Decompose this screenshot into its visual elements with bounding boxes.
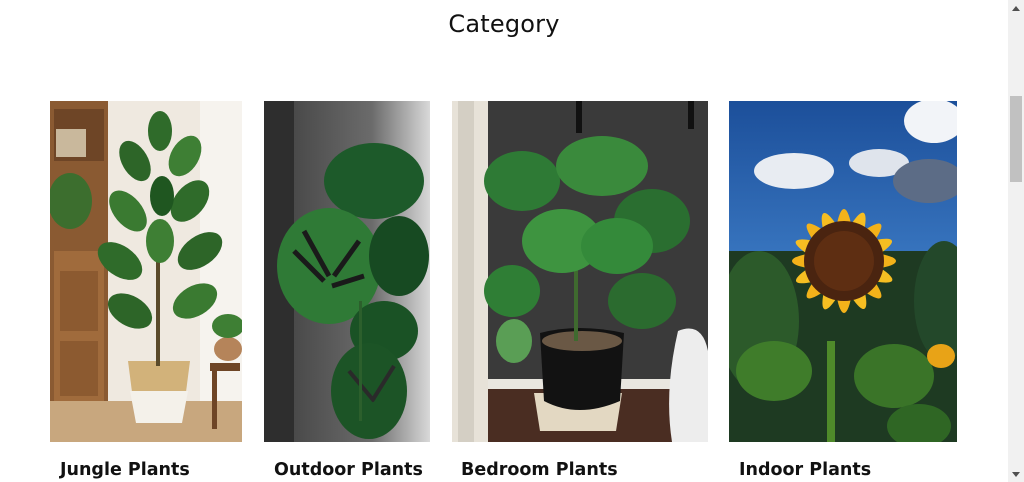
- category-page: Category Jungle Plants Outdoor Plants Be…: [0, 0, 1024, 482]
- category-label[interactable]: Indoor Plants: [739, 460, 871, 480]
- category-label[interactable]: Jungle Plants: [60, 460, 190, 480]
- arrow-down-icon[interactable]: [1008, 466, 1024, 482]
- rubber-plant-image[interactable]: [50, 101, 242, 442]
- category-label[interactable]: Bedroom Plants: [461, 460, 618, 480]
- monstera-pot-image[interactable]: [452, 101, 708, 442]
- section-title: Category: [448, 10, 560, 38]
- sunflower-image[interactable]: [729, 101, 957, 442]
- scrollbar-thumb[interactable]: [1010, 96, 1022, 182]
- monstera-leaves-image[interactable]: [264, 101, 430, 442]
- category-label[interactable]: Outdoor Plants: [274, 460, 423, 480]
- vertical-scrollbar[interactable]: [1008, 0, 1024, 482]
- arrow-up-icon[interactable]: [1008, 0, 1024, 16]
